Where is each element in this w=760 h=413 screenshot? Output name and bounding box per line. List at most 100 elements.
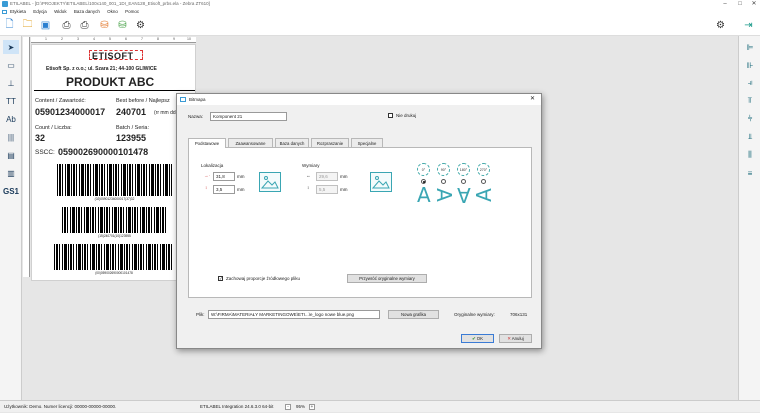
exit-icon[interactable]: ⇥ [742, 19, 755, 32]
name-input[interactable]: Komponent 21 [210, 112, 287, 121]
pointer-tool-icon[interactable]: ➤ [3, 40, 19, 54]
sscc-value: 059002690000101478 [58, 147, 149, 157]
tab-specjalne[interactable]: Specjalne [351, 138, 383, 147]
restore-size-button[interactable]: Przywróć oryginalne wymiary [347, 274, 427, 283]
text-tool-icon[interactable]: TT [3, 94, 19, 108]
rotation-180-preview: A [457, 183, 471, 207]
menu-pomoc[interactable]: Pomoc [125, 9, 139, 14]
align-right-icon[interactable]: ⫣ [742, 76, 758, 90]
keep-ratio-label: Zachowaj proporcje źródłowego pliku [226, 276, 301, 281]
width-unit: mm [340, 174, 348, 179]
new-icon[interactable]: 🗋 [3, 19, 16, 32]
width-icon: ↔ [306, 173, 311, 178]
orig-dims-value: 706x131 [510, 312, 528, 317]
zoom-level: 95% [296, 404, 306, 409]
rotation-270-icon: 270° [477, 163, 490, 176]
barcode-tool-icon[interactable]: ||| [3, 130, 19, 144]
ok-label: OK [476, 336, 483, 341]
label-canvas[interactable]: ETISOFT Etisoft Sp. z o.o.; ul. Szara 21… [31, 44, 196, 281]
dialog-close-icon[interactable]: ✕ [530, 94, 535, 105]
tab-zaawansowane[interactable]: Zaawansowane [228, 138, 273, 147]
align-middle-icon[interactable]: ⫩ [742, 112, 758, 126]
x-input[interactable]: 31,8 [213, 172, 235, 181]
gs1-tool-icon[interactable]: GS1 [3, 184, 19, 198]
basic-panel: Lokalizacja →· 31,8 mm ↕ 3,5 mm Wymiary … [188, 147, 532, 298]
height-unit: mm [340, 187, 348, 192]
left-tools: ➤ ▭ ⊥ TT Ab ||| ▤ ▥ GS1 [0, 36, 22, 400]
line-tool-icon[interactable]: ⊥ [3, 76, 19, 90]
dialog-title: Bitmapa [189, 97, 206, 102]
size-preview-icon [370, 172, 392, 192]
noprint-checkbox[interactable] [388, 113, 393, 118]
rotation-180-icon: 180° [457, 163, 470, 176]
distribute-v-icon[interactable]: ≡ [742, 166, 758, 180]
tab-rozpraszanie[interactable]: Rozpraszanie [311, 138, 349, 147]
align-left-icon[interactable]: ⊫ [742, 40, 758, 54]
zoom-in-button[interactable]: + [309, 404, 315, 410]
cancel-button[interactable]: ✕ Anuluj [499, 334, 532, 343]
content-value: 05901234000017 [35, 107, 106, 117]
height-input[interactable]: 5,5 [316, 185, 338, 194]
barcode-2-text: (15)240701(10)123955 [98, 234, 131, 238]
file-path-input[interactable]: W:\FIRMA\MATERIAŁY MARKETINGOWE\ETI...\e… [208, 310, 380, 319]
menu-widok[interactable]: Widok [54, 9, 67, 14]
image-glyph-icon [260, 176, 279, 189]
location-preview-icon [259, 172, 281, 192]
align-top-icon[interactable]: ⫪ [742, 94, 758, 108]
image-tool-icon[interactable]: ▤ [3, 148, 19, 162]
rotation-270-radio[interactable] [481, 179, 486, 184]
align-center-icon[interactable]: ⊪ [742, 58, 758, 72]
menu-okno[interactable]: Okno [107, 9, 118, 14]
barcode-2 [62, 207, 167, 233]
ruler-tick: 3 [77, 37, 79, 41]
maximize-button[interactable]: □ [735, 0, 745, 8]
best-before-label: Best before / Najlepsz [116, 98, 170, 104]
batch-label: Batch / Seria: [116, 125, 150, 131]
keep-ratio-checkbox[interactable]: ✓ [218, 276, 223, 281]
tab-baza-danych[interactable]: Baza danych [275, 138, 309, 147]
zoom-out-button[interactable]: - [285, 404, 291, 410]
print-icon[interactable]: ⎙ [60, 19, 73, 32]
open-icon[interactable]: 🗀 [21, 19, 34, 32]
menu-edycja[interactable]: Edycja [33, 9, 47, 14]
printer-select-icon[interactable]: ⚙ [714, 19, 727, 32]
y-unit: mm [237, 187, 245, 192]
dialog-title-bar: Bitmapa ✕ [177, 94, 541, 105]
minimize-button[interactable]: – [720, 0, 730, 8]
noprint-label: Nie drukuj [396, 113, 417, 118]
menu-etykieta[interactable]: Etykieta [10, 9, 26, 14]
ruler-tick: 2 [61, 37, 63, 41]
rotation-90-radio[interactable] [441, 179, 446, 184]
ab-text-tool-icon[interactable]: Ab [3, 112, 19, 126]
y-input[interactable]: 3,5 [213, 185, 235, 194]
close-button[interactable]: ✕ [749, 0, 759, 8]
rotation-0-icon: 0° [417, 163, 430, 176]
window-title: ETILABEL - [D:\PROJEKTY\ETILABEL\100x140… [10, 1, 210, 6]
x-unit: mm [237, 174, 245, 179]
print-preview-icon[interactable]: ⎙ [78, 19, 91, 32]
barcode-3-text: (00)059002690000101478 [95, 271, 133, 275]
align-bottom-icon[interactable]: ⫫ [742, 130, 758, 144]
plugin-icon[interactable]: ⛁ [116, 19, 129, 32]
tab-podstawowe[interactable]: Podstawowe [188, 138, 226, 148]
location-label: Lokalizacja [201, 163, 224, 168]
ruler-tick: 7 [141, 37, 143, 41]
settings-icon[interactable]: ⚙ [134, 19, 147, 32]
width-input[interactable]: 29,6 [316, 172, 338, 181]
distribute-h-icon[interactable]: ⫼ [742, 148, 758, 162]
x-axis-icon: →· [204, 173, 210, 178]
ok-button[interactable]: ✔ OK [461, 334, 494, 343]
database-icon[interactable]: ⛁ [98, 19, 111, 32]
save-icon[interactable]: ▣ [39, 19, 52, 32]
rotation-270-preview: A [471, 188, 496, 202]
ruler-tick: 5 [109, 37, 111, 41]
file-label: Plik: [196, 312, 205, 317]
rectangle-tool-icon[interactable]: ▭ [3, 58, 19, 72]
new-graphic-button[interactable]: Nowa grafika [388, 310, 439, 319]
content-label: Content / Zawartość: [35, 98, 86, 104]
ruler-tick: 4 [93, 37, 95, 41]
rotation-90-icon: 90° [437, 163, 450, 176]
sequence-tool-icon[interactable]: ▥ [3, 166, 19, 180]
barcode-1-text: (02)05901234000017(37)32 [94, 197, 135, 201]
menu-baza-danych[interactable]: Baza danych [74, 9, 100, 14]
